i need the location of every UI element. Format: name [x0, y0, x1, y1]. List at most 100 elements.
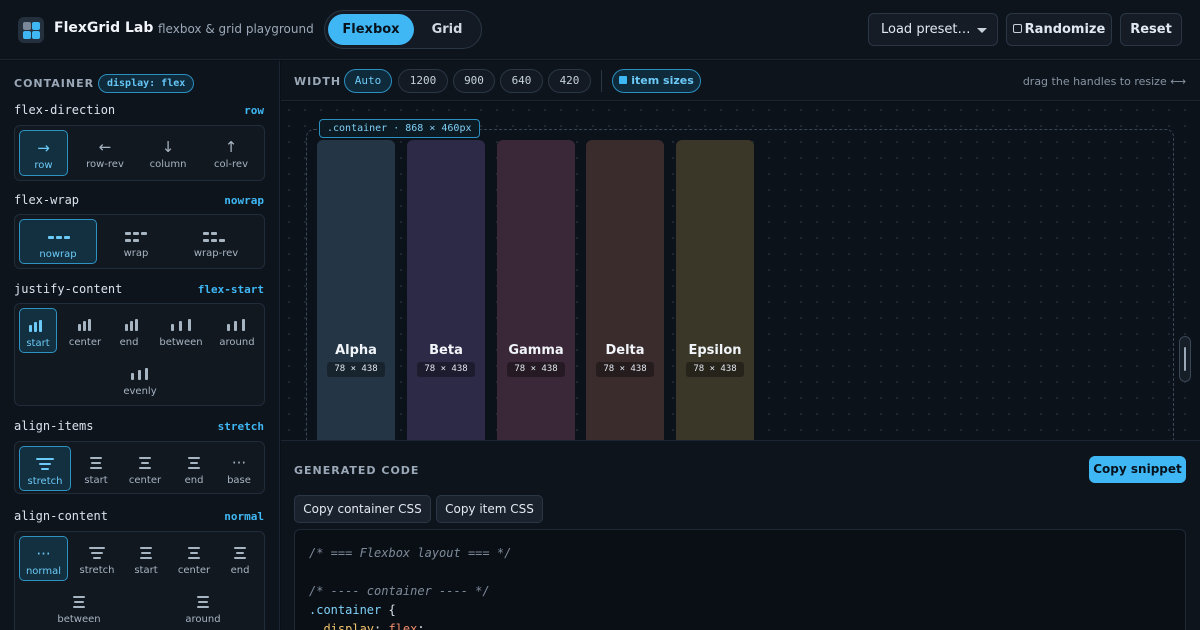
baseline-dots-icon: ··· — [231, 454, 247, 472]
content-stretch-icon — [73, 544, 121, 562]
align-content-options: ··· normal stretch start center end betw… — [14, 531, 265, 630]
align-content-start[interactable]: start — [125, 536, 167, 581]
copy-snippet-button[interactable]: Copy snippet — [1089, 456, 1186, 483]
reset-button[interactable]: Reset — [1120, 13, 1182, 46]
flex-item-delta[interactable]: Delta 78 × 438 — [586, 140, 664, 440]
flex-wrap-label: flex-wrap — [14, 193, 80, 207]
justify-center-icon — [63, 316, 107, 334]
flex-item-size: 78 × 438 — [596, 362, 654, 377]
preview-canvas: .container · 868 × 460px Alpha 78 × 438 Be… — [281, 102, 1200, 440]
align-content-end[interactable]: end — [221, 536, 259, 581]
flex-item-alpha[interactable]: Alpha 78 × 438 — [317, 140, 395, 440]
justify-around-icon — [213, 316, 261, 334]
justify-between-icon — [153, 316, 209, 334]
arrow-left-icon: ← — [98, 138, 112, 156]
width-1200-pill[interactable]: 1200 — [398, 69, 448, 93]
flex-direction-row-rev[interactable]: ← row-rev — [75, 130, 135, 176]
align-items-center[interactable]: center — [121, 446, 169, 491]
mode-flexbox-button[interactable]: Flexbox — [328, 14, 414, 45]
flex-item-name: Alpha — [335, 343, 377, 358]
randomize-label: Randomize — [1024, 22, 1106, 37]
justify-content-options: start center end between around evenly — [14, 303, 265, 406]
flex-item-size: 78 × 438 — [417, 362, 475, 377]
justify-evenly[interactable]: evenly — [119, 357, 161, 402]
resize-hint: drag the handles to resize ⟷ — [1022, 75, 1186, 88]
flex-direction-col-rev[interactable]: ↑ col-rev — [203, 130, 259, 176]
flex-wrap-wrap-rev[interactable]: wrap-rev — [175, 219, 257, 264]
align-content-value: normal — [224, 510, 264, 523]
align-items-value: stretch — [217, 420, 264, 433]
justify-content-label: justify-content — [14, 282, 123, 296]
align-items-start[interactable]: start — [75, 446, 117, 491]
align-content-normal[interactable]: ··· normal — [19, 536, 68, 581]
code-property: display — [323, 622, 375, 630]
content-start-icon — [125, 544, 167, 562]
load-preset-dropdown[interactable]: Load preset… — [868, 13, 998, 46]
width-toolbar: WIDTH Auto 1200 900 640 420 item sizes d… — [281, 61, 1200, 101]
width-640-pill[interactable]: 640 — [500, 69, 543, 93]
flex-item-beta[interactable]: Beta 78 × 438 — [407, 140, 485, 440]
code-brace: { — [381, 603, 396, 617]
justify-end-icon — [111, 316, 147, 334]
app-subtitle: flexbox & grid playground — [158, 22, 314, 36]
copy-item-css-button[interactable]: Copy item CSS — [436, 495, 543, 523]
content-center-icon — [171, 544, 217, 562]
flex-wrap-nowrap[interactable]: nowrap — [19, 219, 97, 264]
arrow-right-icon: → — [37, 139, 50, 157]
item-sizes-toggle[interactable]: item sizes — [612, 69, 701, 93]
align-items-stretch[interactable]: stretch — [19, 446, 71, 491]
arrow-down-icon: ↓ — [161, 138, 175, 156]
load-preset-label: Load preset… — [881, 22, 971, 37]
code-line: display: flex; — [309, 620, 1185, 630]
grip-icon — [1184, 347, 1186, 371]
align-content-center[interactable]: center — [171, 536, 217, 581]
width-auto-pill[interactable]: Auto — [344, 69, 392, 93]
randomize-button[interactable]: Randomize — [1006, 13, 1112, 46]
justify-evenly-icon — [119, 365, 161, 383]
flex-item-gamma[interactable]: Gamma 78 × 438 — [497, 140, 575, 440]
flex-item-epsilon[interactable]: Epsilon 78 × 438 — [676, 140, 754, 440]
flex-item-size: 78 × 438 — [686, 362, 744, 377]
flex-direction-value: row — [244, 104, 264, 117]
justify-end[interactable]: end — [111, 308, 147, 353]
code-line: .container { — [309, 601, 1185, 620]
align-center-icon — [121, 454, 169, 472]
width-900-pill[interactable]: 900 — [453, 69, 495, 93]
justify-start[interactable]: start — [19, 308, 57, 353]
flex-direction-row[interactable]: → row — [19, 130, 68, 176]
flex-direction-column[interactable]: ↓ column — [139, 130, 197, 176]
flex-item-size: 78 × 438 — [327, 362, 385, 377]
align-start-icon — [75, 454, 117, 472]
code-selector: .container — [309, 603, 382, 617]
dice-icon — [1012, 24, 1022, 33]
justify-start-icon — [20, 317, 56, 335]
align-content-around[interactable]: around — [177, 585, 229, 630]
flex-wrap-options: nowrap wrap wrap-rev — [14, 214, 265, 269]
container-tag: .container · 868 × 460px — [319, 119, 480, 138]
wrap-reverse-icon — [175, 227, 257, 245]
code-line: /* === Flexbox layout === */ — [309, 546, 512, 560]
chevron-down-icon — [977, 28, 987, 33]
toolbar-divider — [601, 70, 602, 92]
justify-center[interactable]: center — [63, 308, 107, 353]
flex-item-name: Delta — [605, 343, 645, 358]
app-logo-icon — [18, 17, 44, 43]
justify-between[interactable]: between — [153, 308, 209, 353]
justify-around[interactable]: around — [213, 308, 261, 353]
resize-handle[interactable] — [1179, 336, 1191, 382]
arrow-up-icon: ↑ — [224, 138, 238, 156]
flex-wrap-wrap[interactable]: wrap — [103, 219, 169, 264]
mode-grid-button[interactable]: Grid — [415, 14, 479, 45]
align-content-stretch[interactable]: stretch — [73, 536, 121, 581]
align-content-between[interactable]: between — [51, 585, 107, 630]
align-items-end[interactable]: end — [173, 446, 215, 491]
width-420-pill[interactable]: 420 — [548, 69, 591, 93]
justify-content-value: flex-start — [197, 283, 264, 296]
nowrap-icon — [20, 228, 96, 246]
align-items-base[interactable]: ··· base — [219, 446, 259, 491]
copy-container-css-button[interactable]: Copy container CSS — [294, 495, 431, 523]
content-around-icon — [177, 593, 229, 611]
align-items-options: stretch start center end ··· base — [14, 441, 265, 494]
code-block[interactable]: /* === Flexbox layout === */ /* ---- con… — [294, 529, 1186, 630]
flex-wrap-value: nowrap — [224, 194, 264, 207]
